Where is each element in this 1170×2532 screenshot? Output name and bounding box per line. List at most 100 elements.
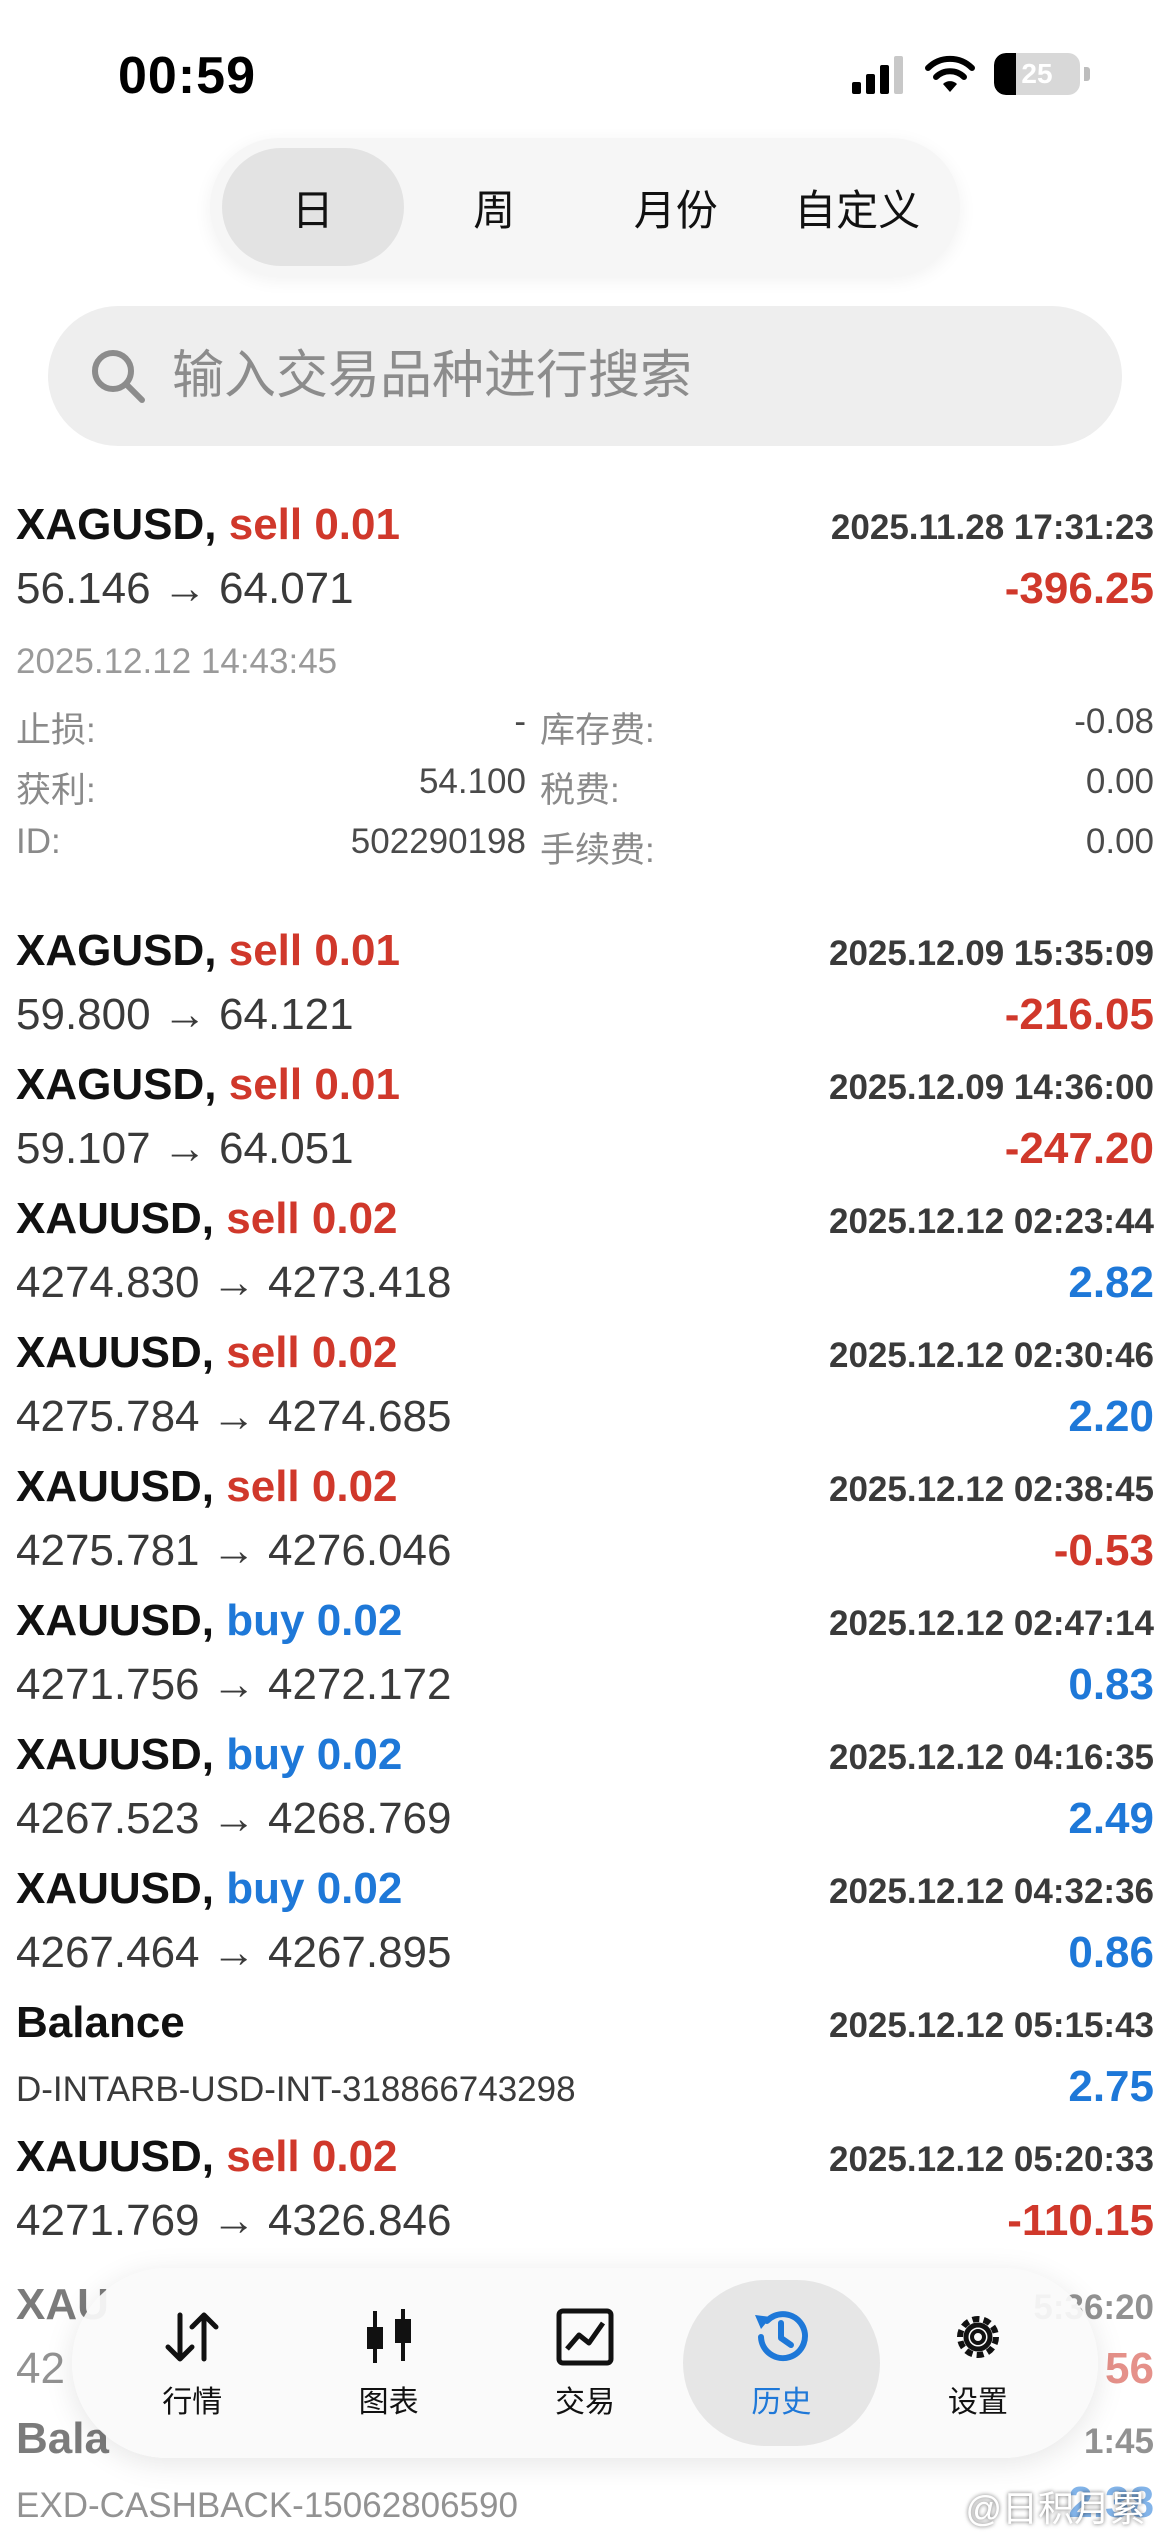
nav-label: 历史 xyxy=(751,2386,812,2419)
swap-label: 库存费: xyxy=(540,711,655,750)
nav-history[interactable]: 历史 xyxy=(683,2280,880,2446)
trade-symbol: XAGUSD, xyxy=(16,1060,217,1109)
trade-prices: 4271.769 → 4326.846 xyxy=(16,2196,452,2245)
trade-profit: -216.05 xyxy=(1004,990,1154,1039)
balance-row[interactable]: Balance 2025.12.12 05:15:43 D-INTARB-USD… xyxy=(16,1988,1154,2122)
trade-time: 2025.12.12 02:38:45 xyxy=(829,1470,1154,1509)
search-bar[interactable] xyxy=(48,306,1122,446)
tax-label: 税费: xyxy=(540,771,620,810)
trade-row-expanded[interactable]: XAGUSD, sell 0.01 2025.11.28 17:31:23 56… xyxy=(16,490,1154,916)
battery-icon: 25 xyxy=(994,53,1080,95)
trade-prices: 4271.756 → 4272.172 xyxy=(16,1660,452,1709)
trade-row[interactable]: XAGUSD, sell 0.01 2025.12.09 14:36:00 59… xyxy=(16,1050,1154,1184)
trade-row[interactable]: XAUUSD, sell 0.02 2025.12.12 02:38:45 42… xyxy=(16,1452,1154,1586)
trade-time: 1:45 xyxy=(1083,2422,1154,2461)
trade-time: 2025.12.12 04:16:35 xyxy=(829,1738,1154,1777)
trade-time: 2025.12.12 04:32:36 xyxy=(829,1872,1154,1911)
balance-comment: EXD-CASHBACK-15062806590 xyxy=(16,2486,518,2525)
trade-prices: 42 xyxy=(16,2344,65,2393)
trade-open-time: 2025.11.28 17:31:23 xyxy=(830,508,1154,547)
trade-title: XAUUSD, sell 0.02 xyxy=(16,1328,398,1388)
tab-week[interactable]: 周 xyxy=(404,148,586,266)
battery-percent: 25 xyxy=(1021,58,1053,89)
commission-value: 0.00 xyxy=(1085,822,1154,861)
trade-symbol: XAUUSD, xyxy=(16,2132,215,2181)
candlestick-chart-icon xyxy=(366,2309,411,2363)
stop-loss-label: 止损: xyxy=(16,711,96,750)
trade-row[interactable]: XAGUSD, sell 0.01 2025.12.09 15:35:09 59… xyxy=(16,916,1154,1050)
trade-symbol: XAUUSD, xyxy=(16,1328,215,1377)
trade-profit: 0.86 xyxy=(1068,1928,1154,1977)
trade-side: sell 0.02 xyxy=(226,1462,398,1511)
trade-title: XAGUSD, sell 0.01 xyxy=(16,926,400,986)
trade-prices: 4267.523 → 4268.769 xyxy=(16,1794,452,1843)
trade-time: 2025.12.12 02:23:44 xyxy=(829,1202,1154,1241)
trade-symbol: XAUUSD, xyxy=(16,1194,215,1243)
trade-symbol: XAGUSD, xyxy=(16,500,217,549)
trade-side: buy 0.02 xyxy=(226,1596,403,1645)
trade-side: sell 0.01 xyxy=(228,926,400,975)
trade-row[interactable]: XAUUSD, sell 0.02 2025.12.12 05:20:33 42… xyxy=(16,2122,1154,2256)
trade-side: sell 0.02 xyxy=(226,2132,398,2181)
trade-time: 2025.12.12 05:15:43 xyxy=(829,2006,1154,2045)
trade-row[interactable]: XAUUSD, buy 0.02 2025.12.12 02:47:14 427… xyxy=(16,1586,1154,1720)
nav-label: 行情 xyxy=(162,2386,223,2419)
trade-row[interactable]: XAUUSD, sell 0.02 2025.12.12 02:30:46 42… xyxy=(16,1318,1154,1452)
trade-side: buy 0.02 xyxy=(226,1864,403,1913)
trade-profit: -0.53 xyxy=(1053,1526,1154,1575)
trade-prices: 4275.784 → 4274.685 xyxy=(16,1392,452,1441)
commission-label: 手续费: xyxy=(540,831,655,870)
nav-settings[interactable]: 设置 xyxy=(880,2280,1076,2446)
trade-side: sell 0.02 xyxy=(226,1194,398,1243)
trade-prices: 56.146 → 64.071 xyxy=(16,564,354,613)
trade-side: sell 0.02 xyxy=(226,1328,398,1377)
trade-profit: 2.20 xyxy=(1068,1392,1154,1441)
trade-title: XAUUSD, buy 0.02 xyxy=(16,1730,402,1790)
trade-row[interactable]: XAUUSD, buy 0.02 2025.12.12 04:32:36 426… xyxy=(16,1854,1154,1988)
watermark: @日积月累 xyxy=(965,2488,1146,2529)
trade-title: XAGUSD, sell 0.01 xyxy=(16,500,400,560)
trade-side: buy 0.02 xyxy=(226,1730,403,1779)
detail-row: 获利: 54.100 税费: 0.00 xyxy=(16,762,1154,822)
trade-time: 2025.12.12 02:47:14 xyxy=(829,1604,1154,1643)
trade-profit: 2.82 xyxy=(1068,1258,1154,1307)
history-clock-icon xyxy=(755,2311,809,2362)
trade-time: 2025.12.09 14:36:00 xyxy=(829,1068,1154,1107)
trade-details: 止损: - 库存费: -0.08 获利: 54.100 税费: 0.00 ID:… xyxy=(16,702,1154,882)
trade-symbol: XAUUSD, xyxy=(16,1730,215,1779)
trade-row[interactable]: XAUUSD, sell 0.02 2025.12.12 02:23:44 42… xyxy=(16,1184,1154,1318)
battery-cap xyxy=(1084,67,1090,81)
trade-prices: 4274.830 → 4273.418 xyxy=(16,1258,452,1307)
search-icon xyxy=(92,350,145,403)
trade-symbol: XAGUSD, xyxy=(16,926,217,975)
tab-day[interactable]: 日 xyxy=(222,148,404,266)
trade-history-list: XAGUSD, sell 0.01 2025.11.28 17:31:23 56… xyxy=(16,490,1154,2256)
tab-month[interactable]: 月份 xyxy=(585,148,767,266)
stop-loss-value: - xyxy=(514,702,526,741)
take-profit-label: 获利: xyxy=(16,771,96,810)
trade-symbol: XAUUSD, xyxy=(16,1864,215,1913)
trade-row[interactable]: XAUUSD, buy 0.02 2025.12.12 04:16:35 426… xyxy=(16,1720,1154,1854)
id-label: ID: xyxy=(16,822,61,861)
status-time: 00:59 xyxy=(118,47,256,105)
quotes-arrows-icon xyxy=(165,2312,219,2362)
status-icons: 25 xyxy=(850,52,1090,96)
search-input[interactable] xyxy=(172,346,1072,406)
balance-title: Balance xyxy=(16,1998,185,2047)
cellular-signal-icon xyxy=(852,56,903,94)
wifi-icon xyxy=(925,55,975,92)
nav-quotes[interactable]: 行情 xyxy=(94,2280,290,2446)
trade-prices: 4267.464 → 4267.895 xyxy=(16,1928,452,1977)
trade-symbol: XAUUSD, xyxy=(16,1596,215,1645)
trade-time: 2025.12.09 15:35:09 xyxy=(829,934,1154,973)
trade-prices: 4275.781 → 4276.046 xyxy=(16,1526,452,1575)
trade-title: XAUUSD, buy 0.02 xyxy=(16,1596,402,1656)
nav-chart[interactable]: 图表 xyxy=(290,2280,486,2446)
nav-label: 设置 xyxy=(947,2386,1008,2419)
tab-custom[interactable]: 自定义 xyxy=(767,148,949,266)
trade-title: XAUUSD, buy 0.02 xyxy=(16,1864,402,1924)
trade-title: XAUUSD, sell 0.02 xyxy=(16,1194,398,1254)
nav-label: 交易 xyxy=(555,2386,616,2419)
nav-trade[interactable]: 交易 xyxy=(487,2280,683,2446)
trade-profit: -247.20 xyxy=(1004,1124,1154,1173)
